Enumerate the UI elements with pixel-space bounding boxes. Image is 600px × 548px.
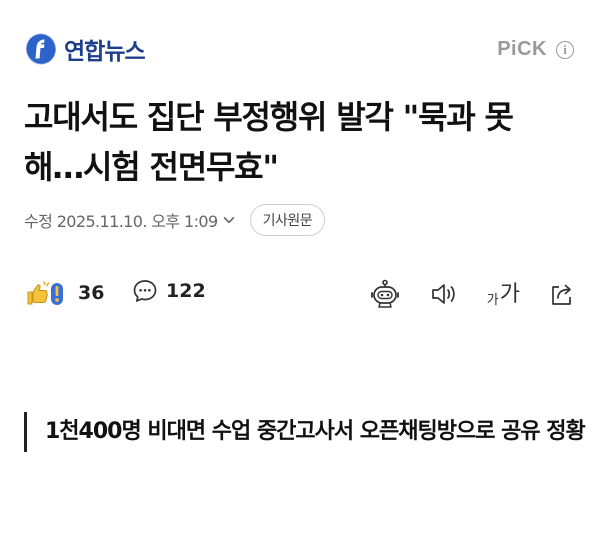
pick-badge[interactable]: PiCK i: [497, 38, 574, 61]
brand-logo[interactable]: 연합뉴스: [24, 32, 146, 66]
article-title: 고대서도 집단 부정행위 발각 "묵과 못 해…시험 전면무효": [24, 98, 514, 186]
font-size-icon[interactable]: 가 가: [487, 280, 520, 308]
header: 연합뉴스 PiCK i: [0, 0, 600, 100]
comment-count: 122: [166, 280, 206, 302]
reaction-button[interactable]: 36: [24, 278, 104, 308]
brand-name: 연합뉴스: [64, 39, 146, 65]
subtitle-text: 1천400명 비대면 수업 중간고사서 오픈채팅방으로 공유 정황: [45, 419, 586, 444]
comment-icon: [133, 280, 157, 302]
original-article-button[interactable]: 기사원문: [249, 204, 326, 236]
chevron-down-icon[interactable]: [222, 213, 236, 227]
yonhap-logo-icon: [25, 32, 57, 66]
pick-label: PiCK: [497, 38, 547, 60]
article-meta: 수정 2025.11.10. 오후 1:09 기사원문: [24, 204, 326, 236]
share-icon[interactable]: [548, 280, 576, 308]
font-size-small-label: 가: [486, 293, 499, 308]
reaction-icon: [27, 281, 63, 305]
article-tools: 가 가: [369, 278, 576, 310]
action-bar: 36 122 가 가: [24, 278, 576, 312]
font-size-large-label: 가: [499, 282, 520, 307]
info-circle-icon[interactable]: i: [556, 40, 574, 59]
reaction-count: 36: [78, 282, 105, 304]
modified-date: 수정 2025.11.10. 오후 1:09: [24, 212, 218, 231]
comment-button[interactable]: 122: [132, 278, 206, 304]
article-subtitle: 1천400명 비대면 수업 중간고사서 오픈채팅방으로 공유 정황: [24, 412, 586, 452]
speaker-icon[interactable]: [429, 280, 459, 308]
robot-summary-icon[interactable]: [369, 278, 401, 310]
